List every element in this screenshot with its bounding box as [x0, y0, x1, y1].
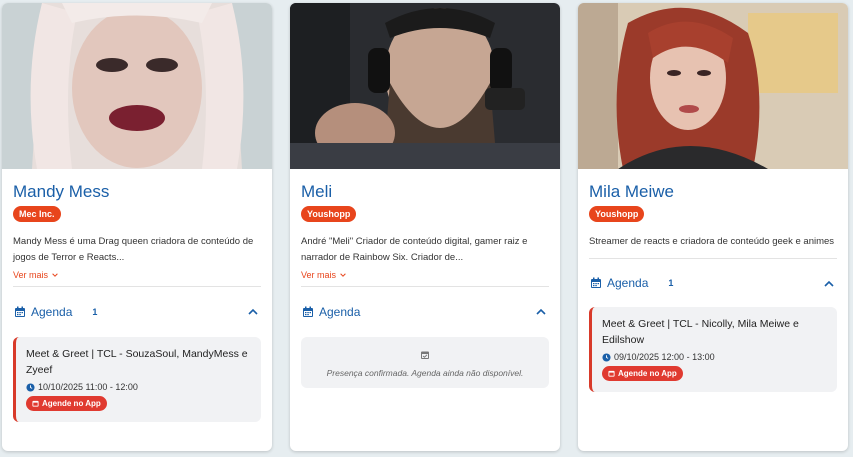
agenda-empty-state: Presença confirmada. Agenda ainda não di…: [301, 337, 549, 388]
see-more-label: Ver mais: [301, 270, 337, 280]
event-time-text: 10/10/2025 11:00 - 12:00: [38, 382, 138, 392]
see-more-label: Ver mais: [13, 270, 49, 280]
event-time: 09/10/2025 12:00 - 13:00: [602, 352, 827, 362]
agenda-event: Meet & Greet | TCL - Nicolly, Mila Meiwe…: [589, 307, 837, 392]
schedule-button-label: Agende no App: [618, 369, 677, 378]
event-title: Meet & Greet | TCL - Nicolly, Mila Meiwe…: [602, 318, 799, 346]
agenda-header[interactable]: Agenda 1: [589, 259, 837, 307]
agenda-count: 1: [92, 307, 98, 317]
calendar-icon: [15, 306, 25, 317]
agenda-label: Agenda: [319, 305, 361, 319]
chevron-up-icon[interactable]: [247, 306, 259, 318]
chevron-up-icon[interactable]: [823, 278, 835, 290]
schedule-button-label: Agende no App: [42, 399, 101, 408]
agenda-header[interactable]: Agenda: [301, 287, 549, 337]
agenda-label: Agenda: [31, 305, 73, 319]
creator-description: Streamer de reacts e criadora de conteúd…: [589, 236, 835, 247]
chevron-down-icon: [340, 273, 346, 277]
calendar-icon: [591, 277, 601, 288]
event-time: 10/10/2025 11:00 - 12:00: [26, 382, 251, 392]
event-time-text: 09/10/2025 12:00 - 13:00: [614, 352, 715, 362]
agenda-label: Agenda: [607, 276, 649, 290]
calendar-check-icon: [32, 400, 39, 407]
chevron-up-icon[interactable]: [535, 306, 547, 318]
creator-name: Mandy Mess: [13, 182, 110, 201]
calendar-check-icon: [608, 370, 615, 377]
creator-card-mila-meiwe: Mila Meiwe Youshopp Streamer de reacts e…: [578, 3, 848, 451]
schedule-in-app-button[interactable]: Agende no App: [602, 366, 683, 381]
company-badge: Mec Inc.: [13, 206, 61, 222]
agenda-empty-message: Presença confirmada. Agenda ainda não di…: [326, 368, 524, 378]
company-badge: Youshopp: [589, 206, 645, 222]
event-title: Meet & Greet | TCL - SouzaSoul, MandyMes…: [26, 348, 248, 376]
creator-photo: [578, 3, 848, 169]
creator-description: André "Meli" Criador de conteúdo digital…: [301, 236, 528, 263]
clock-icon: [26, 382, 35, 392]
agenda-header[interactable]: Agenda 1: [13, 287, 261, 337]
calendar-check-icon: [421, 351, 429, 359]
see-more-link[interactable]: Ver mais: [301, 268, 549, 282]
creator-name: Meli: [301, 182, 333, 201]
see-more-link[interactable]: Ver mais: [13, 268, 261, 282]
clock-icon: [602, 352, 611, 362]
creator-photo: [2, 3, 272, 169]
agenda-count: 1: [668, 278, 674, 288]
calendar-icon: [303, 306, 313, 317]
creator-card-mandy-mess: Mandy Mess Mec Inc. Mandy Mess é uma Dra…: [2, 3, 272, 451]
creator-photo: [290, 3, 560, 169]
schedule-in-app-button[interactable]: Agende no App: [26, 396, 107, 411]
agenda-event: Meet & Greet | TCL - SouzaSoul, MandyMes…: [13, 337, 261, 422]
company-badge: Youshopp: [301, 206, 357, 222]
creator-name: Mila Meiwe: [589, 182, 675, 201]
creator-card-meli: Meli Youshopp André "Meli" Criador de co…: [290, 3, 560, 451]
creator-description: Mandy Mess é uma Drag queen criadora de …: [13, 236, 254, 263]
chevron-down-icon: [52, 273, 58, 277]
